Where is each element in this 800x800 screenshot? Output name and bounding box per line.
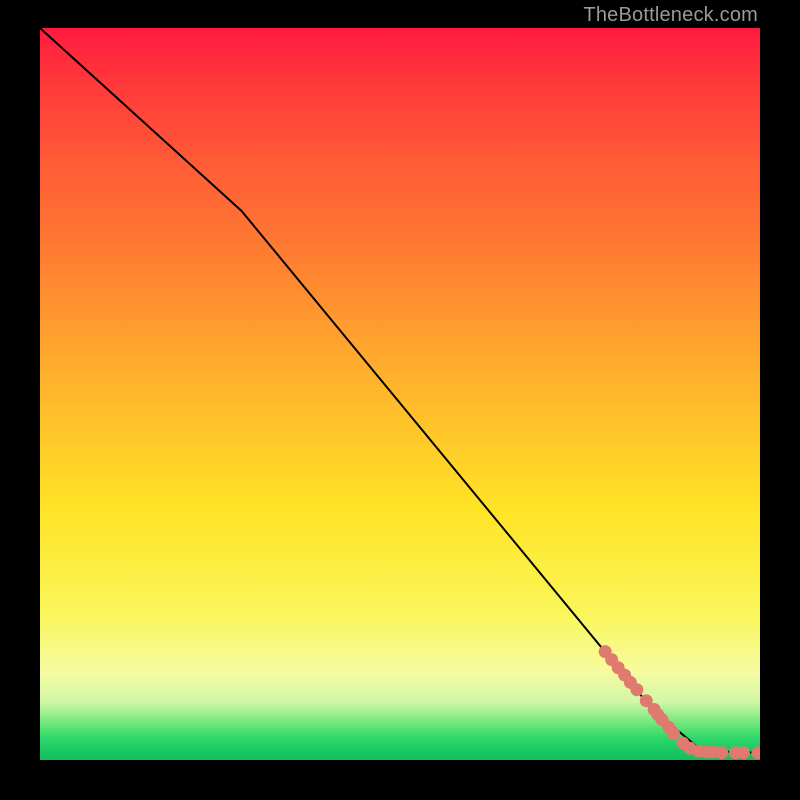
data-point bbox=[751, 746, 760, 759]
scatter-layer bbox=[599, 645, 760, 759]
line-layer bbox=[40, 28, 760, 753]
plot-svg bbox=[40, 28, 760, 760]
data-point bbox=[737, 746, 750, 759]
data-point bbox=[630, 683, 643, 696]
data-point bbox=[715, 746, 728, 759]
watermark-text: TheBottleneck.com bbox=[583, 4, 758, 27]
plot-area bbox=[40, 28, 760, 760]
bottleneck-curve bbox=[40, 28, 760, 753]
chart-frame: TheBottleneck.com bbox=[0, 0, 800, 800]
data-point bbox=[667, 727, 680, 740]
